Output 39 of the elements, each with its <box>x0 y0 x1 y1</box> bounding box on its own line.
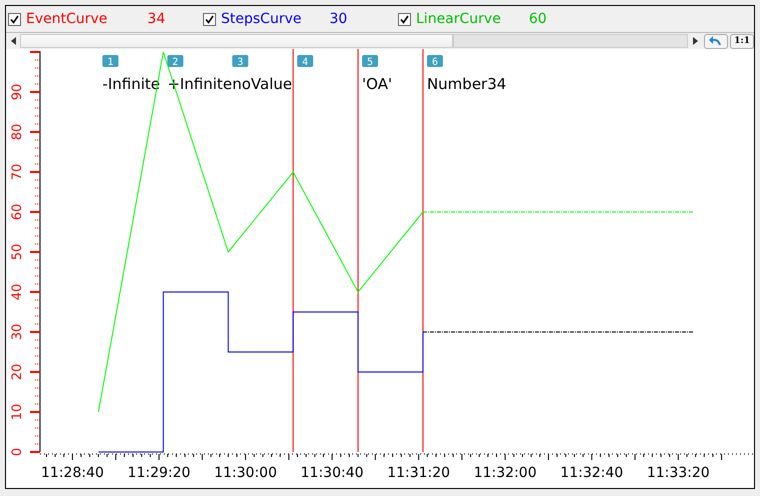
x-tick-label: 11:28:40 <box>41 465 104 481</box>
y-tick-label: 30 <box>10 324 25 340</box>
x-tick-label: 11:31:20 <box>387 465 450 481</box>
event-marker[interactable]: 2 <box>167 55 184 68</box>
event-label: Number34 <box>426 75 506 93</box>
y-tick-label: 90 <box>10 84 25 100</box>
event-marker[interactable]: 5 <box>362 55 378 68</box>
y-tick-label: 10 <box>10 404 25 420</box>
y-tick-label: 50 <box>10 244 25 260</box>
zoom-reset-button[interactable]: 1:1 <box>730 34 754 48</box>
curve-value: 34 <box>147 11 166 27</box>
y-tick-label: 40 <box>10 284 25 300</box>
x-tick-label: 11:33:20 <box>646 465 710 481</box>
event-marker[interactable]: 1 <box>102 55 118 68</box>
scrollbar-thumb[interactable] <box>453 34 688 48</box>
curve-name: LinearCurve <box>416 11 501 27</box>
y-tick-label: 70 <box>10 164 25 180</box>
y-tick-label: 20 <box>10 364 25 380</box>
curve-name: StepsCurve <box>221 11 302 27</box>
checkbox[interactable] <box>398 12 411 26</box>
y-tick-label: 0 <box>10 448 25 456</box>
event-marker[interactable]: 4 <box>297 55 314 68</box>
checkbox[interactable] <box>8 12 21 26</box>
event-marker[interactable]: 6 <box>426 55 443 68</box>
undo-zoom-button[interactable] <box>704 34 728 48</box>
curve-value: 30 <box>329 11 348 27</box>
curve-name: EventCurve <box>26 11 108 27</box>
x-tick-label: 11:32:40 <box>560 465 624 481</box>
x-tick-label: 11:30:40 <box>300 465 364 481</box>
y-tick-label: 60 <box>10 204 25 220</box>
checkbox[interactable] <box>203 12 216 26</box>
y-tick-label: 80 <box>10 124 25 140</box>
event-marker[interactable]: 3 <box>232 55 248 68</box>
event-label: 'OA' <box>362 75 392 93</box>
x-tick-label: 11:30:00 <box>214 465 277 481</box>
x-tick-label: 11:32:00 <box>474 465 537 481</box>
event-label: noValue <box>232 75 292 93</box>
x-tick-label: 11:29:20 <box>128 465 190 481</box>
curve-value: 60 <box>528 11 547 27</box>
